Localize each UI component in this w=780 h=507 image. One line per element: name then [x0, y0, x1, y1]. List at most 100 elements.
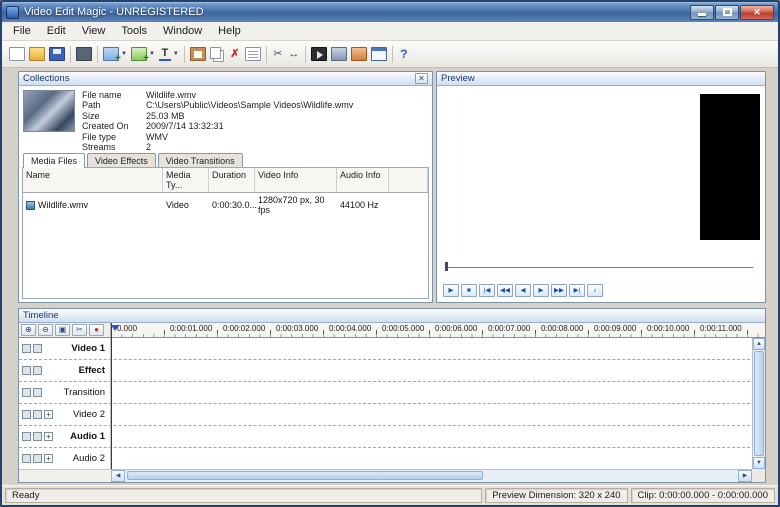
track-expand-icon[interactable]: +	[44, 454, 53, 463]
menu-help[interactable]: Help	[210, 23, 249, 39]
stop-button[interactable]: ■	[461, 284, 477, 297]
volume-button[interactable]: ♪	[587, 284, 603, 297]
status-bar: Ready Preview Dimension: 320 x 240 Clip:…	[2, 485, 778, 505]
zoom-out-icon[interactable]: ⊖	[38, 324, 53, 336]
track-lane[interactable]	[111, 426, 765, 447]
properties-button[interactable]	[243, 43, 263, 65]
save-icon	[49, 47, 65, 61]
close-button[interactable]: ✕	[740, 5, 774, 20]
track-mute-icon[interactable]	[22, 432, 31, 441]
snapshot-button[interactable]	[329, 43, 349, 65]
paste-button[interactable]	[188, 43, 208, 65]
track-lane[interactable]	[111, 404, 765, 425]
new-collection-icon: +	[131, 47, 147, 61]
split-clip-button[interactable]: ✂	[270, 43, 286, 65]
menu-window[interactable]: Window	[155, 23, 210, 39]
titlebar[interactable]: Video Edit Magic - UNREGISTERED ✕	[2, 2, 778, 22]
capture-video-button[interactable]	[74, 43, 94, 65]
fast-forward-button[interactable]: ▶▶	[551, 284, 567, 297]
track-lock-icon[interactable]	[33, 410, 42, 419]
timeline-vertical-scrollbar[interactable]: ▲ ▼	[752, 338, 765, 469]
track-lane[interactable]	[111, 448, 765, 469]
track-lock-icon[interactable]	[33, 366, 42, 375]
add-text-button[interactable]: T▼	[157, 43, 181, 65]
play-button[interactable]: ▶	[443, 284, 459, 297]
preview-window-button[interactable]	[309, 43, 329, 65]
copy-button[interactable]	[208, 43, 227, 65]
track-lock-icon[interactable]	[33, 454, 42, 463]
client-area: Collections ✕ File nameWildlife.wmv Path…	[2, 68, 778, 485]
make-movie-button[interactable]	[349, 43, 369, 65]
rewind-button[interactable]: ◀◀	[497, 284, 513, 297]
timeline-tracks: Video 1 Effect	[19, 338, 765, 470]
open-project-button[interactable]	[27, 43, 47, 65]
menu-edit[interactable]: Edit	[39, 23, 74, 39]
go-end-button[interactable]: ▶|	[569, 284, 585, 297]
track-expand-icon[interactable]: +	[44, 432, 53, 441]
trim-button[interactable]: ↔	[286, 43, 302, 65]
record-icon[interactable]: ●	[89, 324, 104, 336]
split-icon[interactable]: ✂	[72, 324, 87, 336]
plus-icon: +	[115, 54, 121, 64]
maximize-button[interactable]	[715, 5, 739, 20]
add-media-icon: +	[103, 47, 119, 61]
track-name: Transition	[44, 387, 105, 398]
cell-name: Wildlife.wmv	[38, 200, 88, 210]
save-project-button[interactable]	[47, 43, 67, 65]
horizontal-scroll-track[interactable]	[125, 470, 738, 482]
timeline-horizontal-scrollbar[interactable]: ◀ ▶	[111, 469, 752, 482]
collections-close-button[interactable]: ✕	[415, 73, 428, 84]
track-visibility-icon[interactable]	[22, 388, 31, 397]
step-forward-button[interactable]: ▶	[533, 284, 549, 297]
toolbar-separator	[305, 46, 306, 63]
track-mute-icon[interactable]	[22, 454, 31, 463]
minimize-button[interactable]	[690, 5, 714, 20]
new-project-button[interactable]	[7, 43, 27, 65]
table-row[interactable]: Wildlife.wmv Video 0:00:30.0... 1280x720…	[23, 193, 428, 217]
add-media-button[interactable]: +▼	[101, 43, 129, 65]
scroll-left-icon[interactable]: ◀	[111, 470, 125, 482]
scroll-up-icon[interactable]: ▲	[753, 338, 765, 350]
timeline-ruler[interactable]: 0.000 0:00:01.000 0:00:02.000 0:00:03.00…	[111, 323, 765, 337]
tab-video-transitions[interactable]: Video Transitions	[158, 153, 243, 167]
horizontal-scroll-thumb[interactable]	[127, 471, 483, 480]
step-back-button[interactable]: ◀	[515, 284, 531, 297]
go-start-button[interactable]: |◀	[479, 284, 495, 297]
new-collection-button[interactable]: +▼	[129, 43, 157, 65]
track-lane[interactable]	[111, 338, 765, 359]
track-visibility-icon[interactable]	[22, 344, 31, 353]
zoom-fit-icon[interactable]: ▣	[55, 324, 70, 336]
track-name: Audio 2	[55, 453, 105, 464]
menu-view[interactable]: View	[74, 23, 114, 39]
menu-tools[interactable]: Tools	[113, 23, 155, 39]
menu-file[interactable]: File	[5, 23, 39, 39]
ruler-label: 0:00:02.000	[223, 324, 265, 333]
track-lock-icon[interactable]	[33, 388, 42, 397]
tab-media-files[interactable]: Media Files	[23, 153, 85, 168]
playhead-line[interactable]	[111, 323, 112, 469]
scroll-right-icon[interactable]: ▶	[738, 470, 752, 482]
vertical-scroll-thumb[interactable]	[754, 351, 764, 456]
tab-video-effects[interactable]: Video Effects	[87, 153, 156, 167]
delete-button[interactable]: ✗	[227, 43, 243, 65]
track-lane[interactable]	[111, 382, 765, 403]
track-lock-icon[interactable]	[33, 344, 42, 353]
column-media-type[interactable]: Media Ty...	[163, 168, 209, 192]
info-label: Created On	[82, 121, 140, 131]
collections-title: Collections	[23, 73, 69, 84]
scroll-down-icon[interactable]: ▼	[753, 457, 765, 469]
window-layout-button[interactable]	[369, 43, 389, 65]
zoom-in-icon[interactable]: ⊕	[21, 324, 36, 336]
track-visibility-icon[interactable]	[22, 410, 31, 419]
column-audio-info[interactable]: Audio Info	[337, 168, 389, 192]
track-visibility-icon[interactable]	[22, 366, 31, 375]
column-duration[interactable]: Duration	[209, 168, 255, 192]
track-lock-icon[interactable]	[33, 432, 42, 441]
help-button[interactable]: ?	[396, 43, 412, 65]
column-video-info[interactable]: Video Info	[255, 168, 337, 192]
preview-seekbar[interactable]	[445, 264, 753, 268]
seek-thumb[interactable]	[445, 262, 448, 271]
track-lane[interactable]	[111, 360, 765, 381]
track-expand-icon[interactable]: +	[44, 410, 53, 419]
column-name[interactable]: Name	[23, 168, 163, 192]
